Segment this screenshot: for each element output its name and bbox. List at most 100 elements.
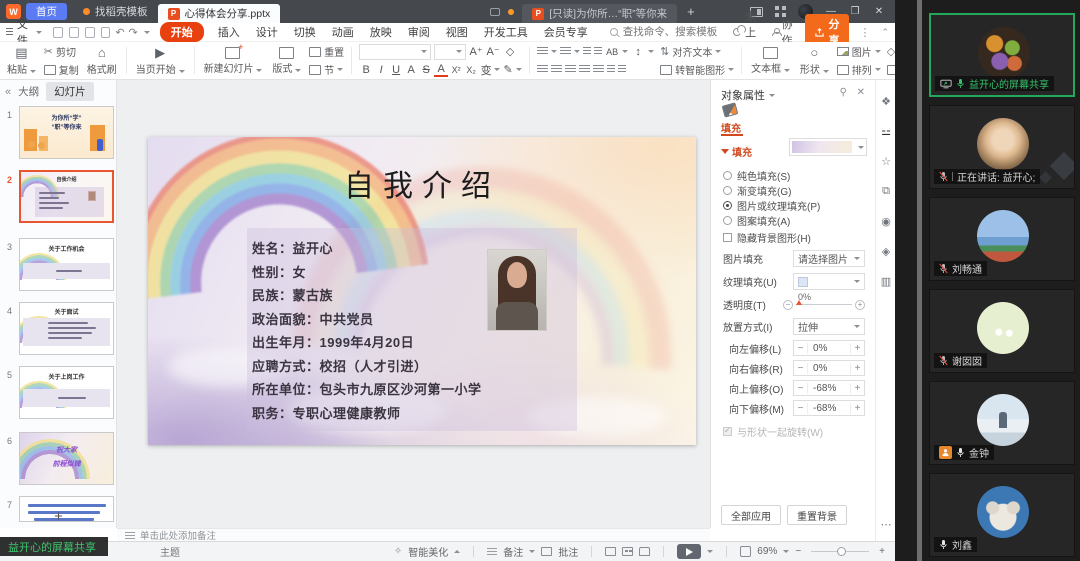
fill-section-header[interactable]: 填充 bbox=[721, 144, 752, 159]
decrease-indent-icon[interactable] bbox=[583, 47, 591, 56]
resource-icon[interactable]: ◈ bbox=[876, 245, 896, 258]
font-size-select[interactable] bbox=[434, 44, 466, 60]
transparency-slider[interactable]: − 0% + bbox=[783, 300, 865, 310]
undo-icon[interactable]: ↶ bbox=[115, 26, 124, 39]
slide-body-text[interactable]: 姓名：益开心 性别：女 民族：蒙古族 政治面貌：中共党员 出生年月：1999年4… bbox=[252, 237, 482, 425]
close-panel-icon[interactable]: ✕ bbox=[857, 87, 865, 98]
minus-icon[interactable]: − bbox=[783, 300, 793, 310]
indent-icon[interactable] bbox=[618, 65, 626, 74]
offset-up-stepper[interactable]: −-68%+ bbox=[793, 380, 865, 396]
participant-tile[interactable]: 刘畅通 bbox=[929, 197, 1075, 281]
align-left-icon[interactable] bbox=[537, 65, 548, 74]
new-slide-button[interactable]: 新建幻灯片 bbox=[199, 43, 268, 78]
command-search[interactable] bbox=[610, 26, 733, 38]
slide-thumbnail-5[interactable]: 关于上岗工作 bbox=[19, 366, 114, 419]
slide-thumbnail-6[interactable]: 祝大家 前程似锦 bbox=[19, 432, 114, 485]
cut-button[interactable]: ✂剪切 bbox=[44, 45, 79, 59]
menu-tab-transition[interactable]: 切换 bbox=[294, 24, 316, 40]
chevron-down-icon[interactable] bbox=[144, 31, 150, 34]
save-icon[interactable] bbox=[53, 27, 63, 38]
participant-tile[interactable]: 刘鑫 bbox=[929, 473, 1075, 557]
underline-button[interactable]: U bbox=[389, 64, 403, 76]
search-input[interactable] bbox=[623, 26, 733, 38]
menu-tab-animation[interactable]: 动画 bbox=[332, 24, 354, 40]
copy-button[interactable]: 复制 bbox=[44, 63, 79, 77]
placement-dropdown[interactable]: 拉伸 bbox=[793, 318, 865, 335]
print-icon[interactable] bbox=[85, 27, 95, 38]
slide-thumbnail-1[interactable]: 为你所“学” “职”等你来 bbox=[19, 106, 114, 159]
fill-button[interactable]: ◇填充 bbox=[887, 45, 895, 59]
distribute-icon[interactable] bbox=[593, 65, 604, 74]
collapse-ribbon-icon[interactable]: ⌃ bbox=[881, 27, 889, 38]
meeting-scrollbar[interactable] bbox=[917, 0, 922, 561]
strikethrough-button[interactable]: S bbox=[419, 64, 433, 76]
clear-format-icon[interactable]: ◇ bbox=[503, 45, 517, 58]
current-slide[interactable]: 自我介绍 姓名：益开心 性别：女 民族：蒙古族 政治面貌：中共党员 出生年月：1… bbox=[148, 137, 696, 445]
slideshow-play-button[interactable] bbox=[677, 544, 701, 559]
bullet-list-icon[interactable] bbox=[537, 47, 548, 56]
checkbox-hide-background[interactable]: 隐藏背景图形(H) bbox=[723, 230, 811, 245]
reset-background-button[interactable]: 重置背景 bbox=[787, 505, 847, 525]
checkbox-rotate-with-shape[interactable]: 与形状一起旋转(W) bbox=[723, 424, 823, 439]
pages-icon[interactable]: ⧉ bbox=[876, 185, 896, 198]
increase-font-icon[interactable]: A⁺ bbox=[469, 45, 483, 58]
new-tab-button[interactable]: + bbox=[687, 4, 695, 19]
increase-indent-icon[interactable] bbox=[594, 47, 602, 56]
participant-tile-sharing[interactable]: 益开心的屏幕共享 bbox=[929, 13, 1075, 97]
italic-button[interactable]: I bbox=[374, 64, 388, 76]
subscript-button[interactable]: X₂ bbox=[464, 65, 478, 75]
font-family-select[interactable] bbox=[359, 44, 431, 60]
tab-template-store[interactable]: 找稻壳模板 bbox=[73, 2, 158, 21]
zoom-in-button[interactable]: + bbox=[879, 546, 885, 557]
radio-solid-fill[interactable]: 纯色填充(S) bbox=[723, 168, 790, 183]
layout-button[interactable]: 版式 bbox=[267, 43, 306, 78]
notes-bar[interactable]: 单击此处添加备注 bbox=[117, 528, 710, 541]
normal-view-icon[interactable] bbox=[605, 547, 616, 556]
plus-icon[interactable]: + bbox=[855, 300, 865, 310]
zoom-out-button[interactable]: − bbox=[795, 546, 801, 557]
radio-pattern-fill[interactable]: 图案填充(A) bbox=[723, 213, 790, 228]
arrange-button[interactable]: 排列 bbox=[837, 63, 881, 77]
zoom-level[interactable]: 69% bbox=[757, 546, 789, 557]
text-effect-button[interactable]: 变 bbox=[479, 62, 493, 78]
slide-thumbnail-4[interactable]: 关于面试 bbox=[19, 302, 114, 355]
picture-fill-dropdown[interactable]: 请选择图片 bbox=[793, 250, 865, 267]
texture-fill-dropdown[interactable] bbox=[793, 273, 865, 290]
reset-button[interactable]: 重置 bbox=[309, 45, 344, 59]
tab-document-active[interactable]: P 心得体会分享.pptx bbox=[158, 4, 281, 23]
zoom-slider[interactable] bbox=[811, 551, 869, 552]
portrait-photo[interactable] bbox=[488, 250, 546, 330]
output-icon[interactable] bbox=[69, 27, 79, 38]
play-options-icon[interactable] bbox=[707, 550, 713, 553]
menu-tab-home[interactable]: 开始 bbox=[160, 22, 204, 42]
bold-button[interactable]: B bbox=[359, 64, 373, 76]
char-border-button[interactable]: A bbox=[404, 64, 418, 76]
textbox-button[interactable]: 文本框 bbox=[746, 43, 795, 78]
slide-title[interactable]: 自我介绍 bbox=[148, 161, 696, 205]
slide-thumbnail-2-selected[interactable]: 自我介绍 bbox=[19, 170, 114, 223]
menu-tab-slideshow[interactable]: 放映 bbox=[370, 24, 392, 40]
redo-icon[interactable]: ↷ bbox=[129, 26, 138, 39]
columns-icon[interactable] bbox=[607, 65, 615, 74]
outline-button[interactable]: 轮廓 bbox=[887, 63, 895, 77]
slide-thumbnail-3[interactable]: 关于工作机会 bbox=[19, 238, 114, 291]
editing-canvas[interactable]: 自我介绍 姓名：益开心 性别：女 民族：蒙古族 政治面貌：中共党员 出生年月：1… bbox=[117, 80, 710, 528]
slide-sorter-icon[interactable] bbox=[622, 547, 633, 556]
fit-slide-icon[interactable] bbox=[740, 546, 751, 557]
align-center-icon[interactable] bbox=[551, 65, 562, 74]
offset-down-stepper[interactable]: −-68%+ bbox=[793, 400, 865, 416]
helper-icon[interactable]: ◉ bbox=[876, 215, 896, 228]
offset-left-stepper[interactable]: −0%+ bbox=[793, 340, 865, 356]
more-menu-icon[interactable]: ⋮ bbox=[859, 26, 871, 39]
design-tools-icon[interactable]: ❖ bbox=[876, 95, 896, 108]
participant-tile[interactable]: 正在讲话: 益开心; bbox=[929, 105, 1075, 189]
fill-tab[interactable]: 填充 bbox=[721, 120, 741, 135]
paste-button[interactable]: ▤ 粘贴 bbox=[2, 43, 41, 78]
add-slide-button[interactable]: + bbox=[0, 508, 117, 525]
decrease-font-icon[interactable]: A⁻ bbox=[486, 45, 500, 58]
panel-title[interactable]: 对象属性 bbox=[721, 87, 775, 103]
reading-view-icon[interactable] bbox=[639, 547, 650, 556]
effects-icon[interactable]: ☆ bbox=[876, 155, 896, 168]
offset-right-stepper[interactable]: −0%+ bbox=[793, 360, 865, 376]
line-spacing-icon[interactable]: ↕ bbox=[631, 46, 645, 58]
